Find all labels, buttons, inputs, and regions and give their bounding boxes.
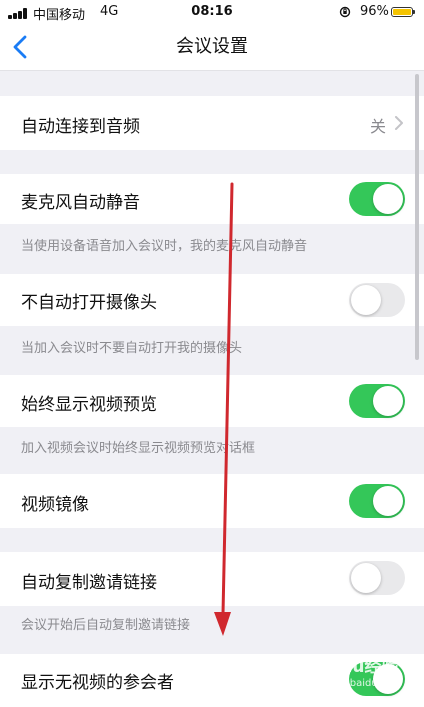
chevron-right-icon	[395, 116, 403, 130]
setting-row-mic-auto-mute: 麦克风自动静音	[0, 174, 424, 224]
video-mirror-toggle[interactable]	[349, 484, 405, 518]
mic-auto-mute-toggle[interactable]	[349, 182, 405, 216]
video-preview-toggle[interactable]	[349, 384, 405, 418]
scrollbar[interactable]	[415, 74, 419, 360]
camera-off-toggle[interactable]	[349, 283, 405, 317]
page-title: 会议设置	[176, 36, 248, 57]
setting-row-video-mirror: 视频镜像	[0, 474, 424, 528]
status-bar: 中国移动 4G 08:16 96%	[0, 0, 424, 24]
setting-label: 不自动打开摄像头	[21, 293, 157, 313]
copy-invite-link-toggle[interactable]	[349, 561, 405, 595]
setting-row-copy-invite-link: 自动复制邀请链接	[0, 552, 424, 606]
battery-percent: 96%	[360, 4, 389, 19]
setting-description: 当加入会议时不要自动打开我的摄像头	[21, 341, 243, 356]
setting-label: 始终显示视频预览	[21, 395, 157, 415]
setting-label: 视频镜像	[21, 495, 89, 515]
setting-row-camera-off: 不自动打开摄像头	[0, 274, 424, 326]
setting-label: 麦克风自动静音	[21, 193, 140, 213]
navigation-bar: 会议设置	[0, 24, 424, 71]
setting-label: 自动复制邀请链接	[21, 573, 157, 593]
battery-icon	[391, 7, 415, 17]
setting-description: 当使用设备语音加入会议时，我的麦克风自动静音	[21, 239, 308, 254]
setting-label: 显示无视频的参会者	[21, 673, 174, 693]
setting-description: 加入视频会议时始终显示视频预览对话框	[21, 441, 256, 456]
screen: 中国移动 4G 08:16 96% 会议设置 自动连接到音频 关 麦克风自动静音…	[0, 0, 424, 707]
setting-label: 自动连接到音频	[21, 117, 140, 137]
setting-description: 会议开始后自动复制邀请链接	[21, 618, 191, 633]
setting-value: 关	[370, 117, 387, 136]
setting-row-auto-connect-audio[interactable]: 自动连接到音频 关	[0, 96, 424, 150]
show-non-video-participants-toggle[interactable]	[349, 662, 405, 696]
setting-row-video-preview: 始终显示视频预览	[0, 375, 424, 427]
orientation-lock-icon	[339, 6, 351, 18]
setting-row-show-non-video-participants: 显示无视频的参会者	[0, 654, 424, 707]
